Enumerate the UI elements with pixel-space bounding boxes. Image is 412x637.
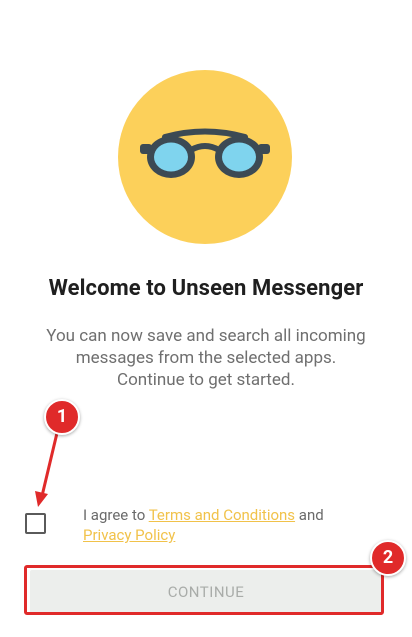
agree-checkbox[interactable] <box>25 513 46 534</box>
privacy-link[interactable]: Privacy Policy <box>83 526 175 544</box>
description-line: messages from the selected apps. <box>75 348 337 368</box>
agreement-middle: and <box>295 506 324 524</box>
welcome-title: Welcome to Unseen Messenger <box>48 276 364 301</box>
welcome-description: You can now save and search all incoming… <box>20 325 392 391</box>
description-line: Continue to get started. <box>117 370 295 390</box>
sunglasses-icon <box>140 128 270 178</box>
description-line: You can now save and search all incoming <box>46 326 366 346</box>
step-badge-2: 2 <box>370 540 406 576</box>
hero-illustration <box>118 70 292 244</box>
agreement-text: I agree to Terms and Conditions and Priv… <box>83 505 383 545</box>
terms-link[interactable]: Terms and Conditions <box>149 506 295 524</box>
welcome-screen: Welcome to Unseen Messenger You can now … <box>0 0 412 637</box>
continue-highlight-box <box>24 565 384 615</box>
agreement-prefix: I agree to <box>83 506 149 524</box>
step-badge-1: 1 <box>44 399 80 435</box>
